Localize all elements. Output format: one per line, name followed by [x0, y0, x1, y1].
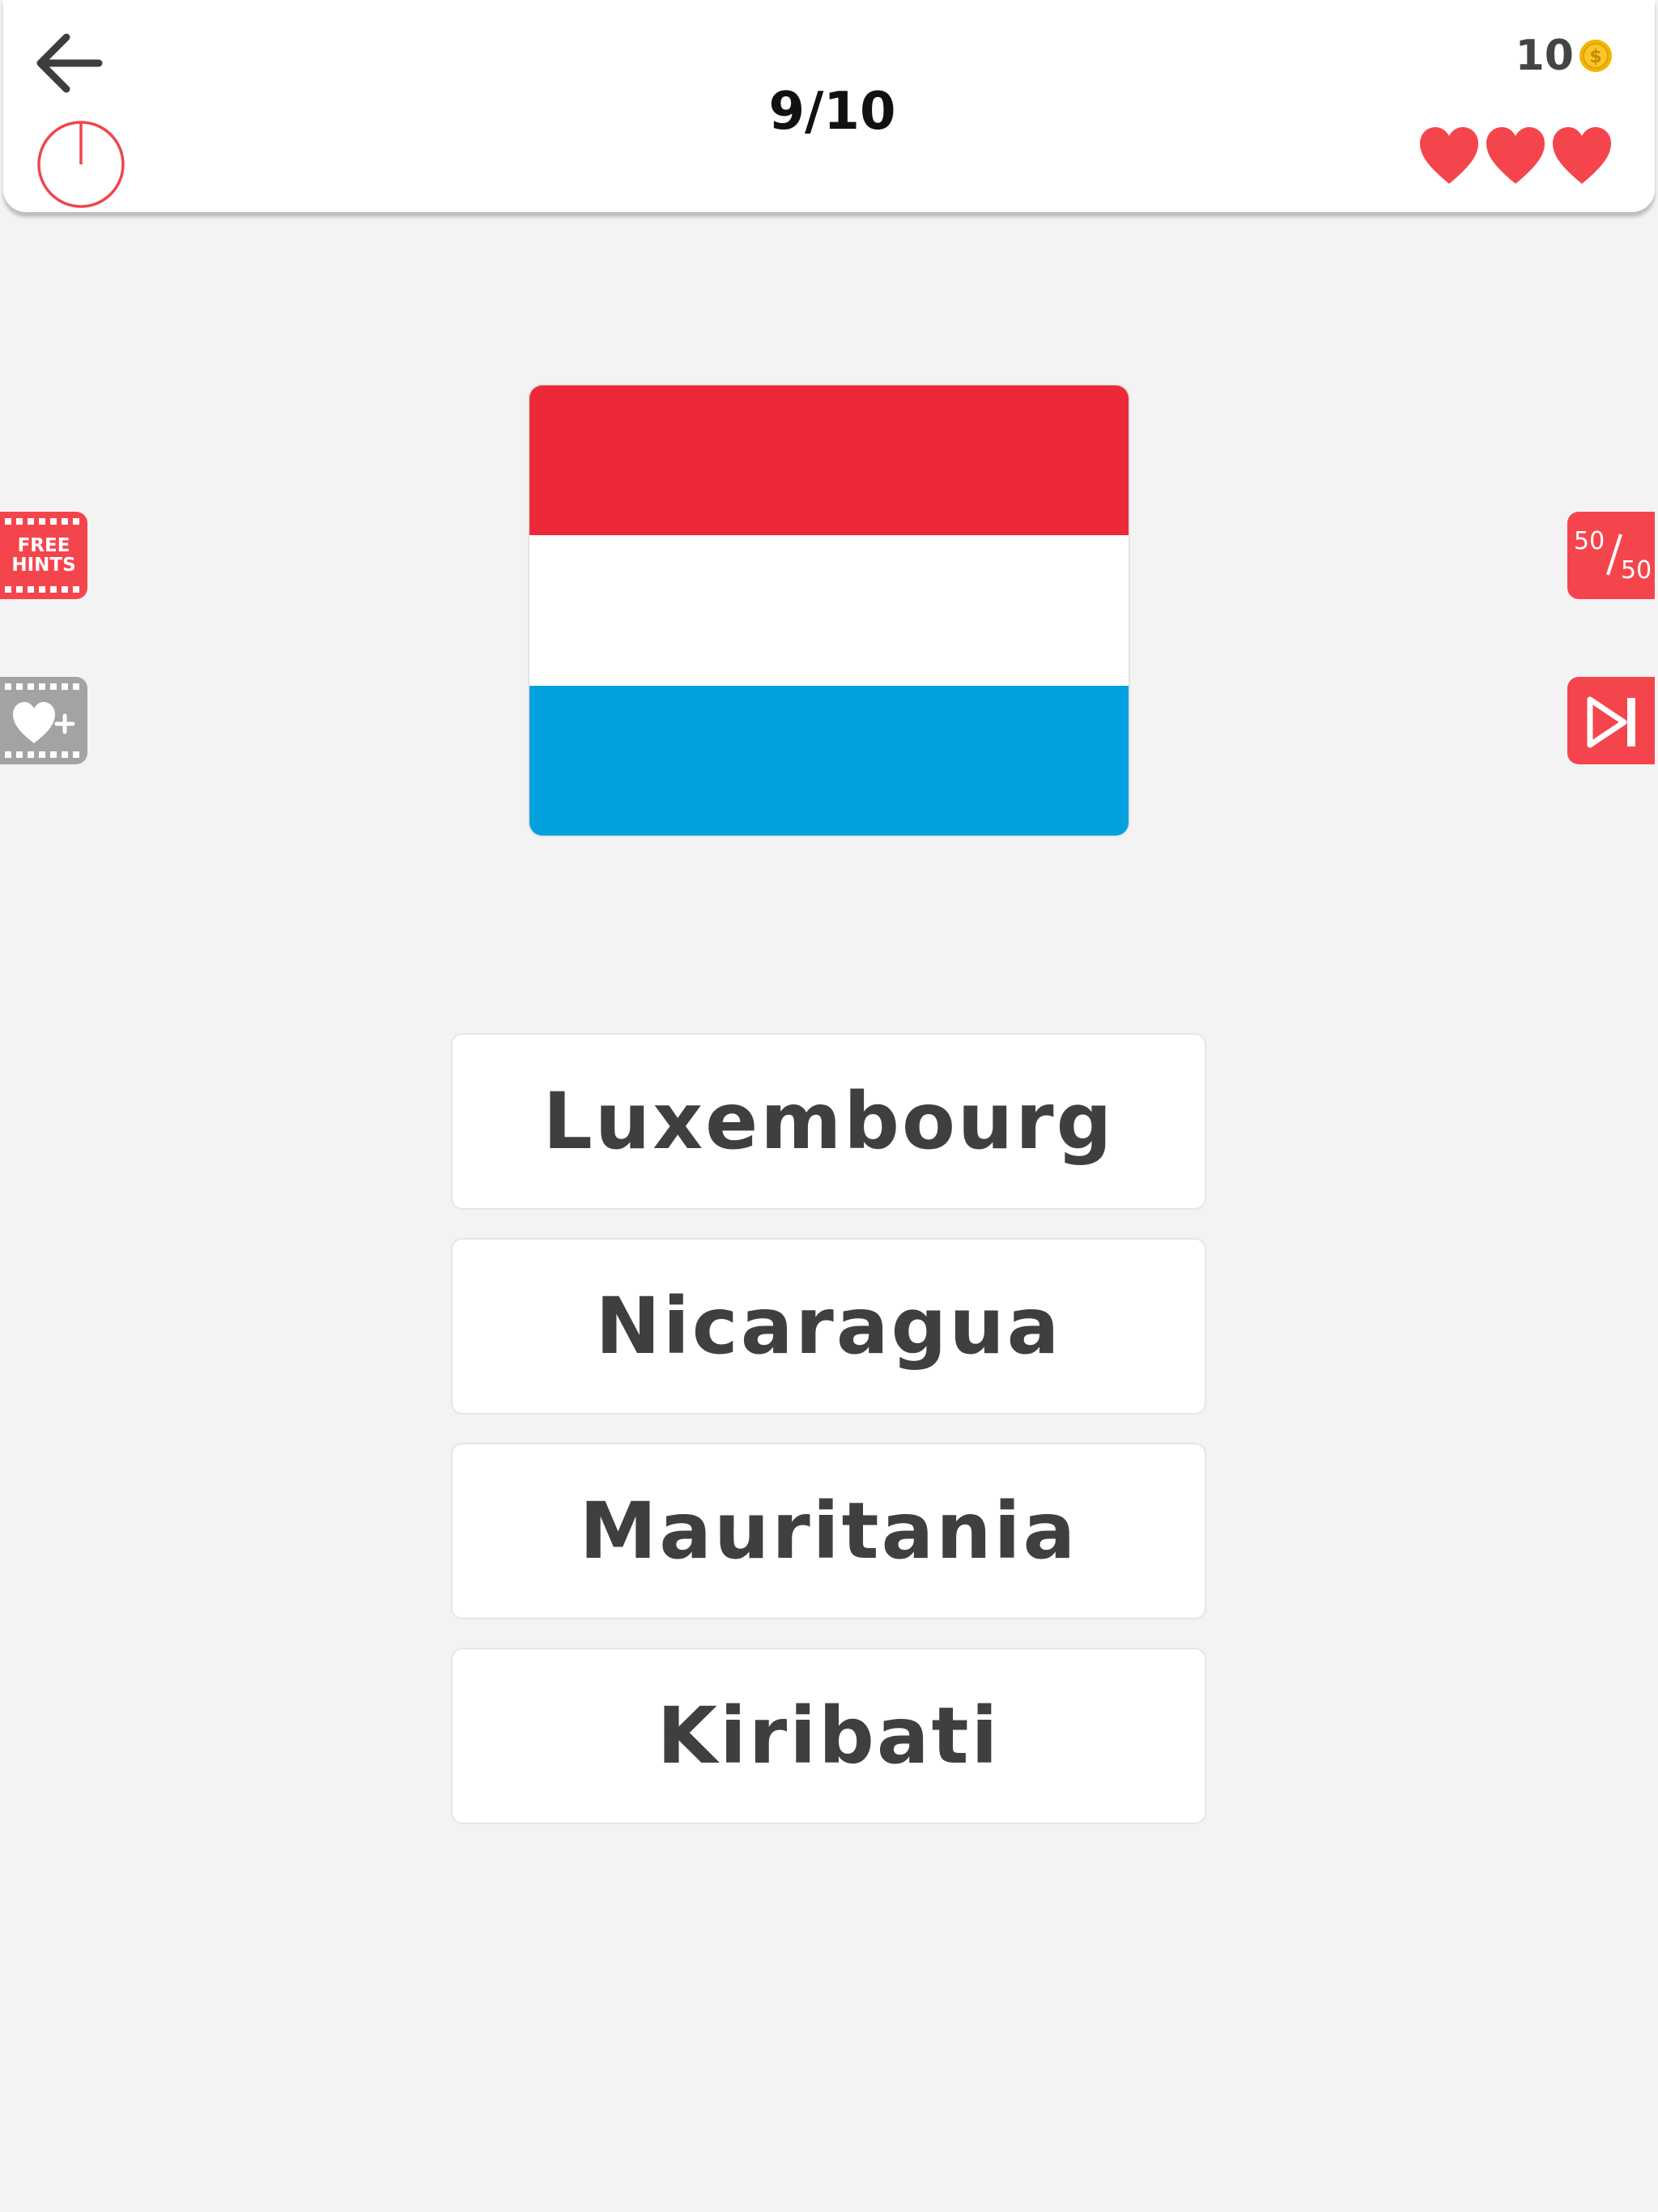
extra-life-button[interactable] — [0, 677, 87, 764]
answer-option[interactable]: Luxembourg — [451, 1033, 1206, 1210]
film-strip-icon — [5, 518, 83, 525]
flag-stripe-middle — [529, 535, 1129, 686]
svg-text:$: $ — [1589, 47, 1601, 67]
film-strip-icon — [5, 683, 83, 690]
heart-icon — [1486, 127, 1545, 184]
flag-image — [528, 384, 1130, 837]
heart-icon — [1553, 127, 1611, 184]
question-progress: 9/10 — [768, 82, 896, 142]
film-strip-icon — [5, 586, 83, 593]
free-hints-label: FREE HINTS — [11, 535, 76, 576]
heart-plus-icon — [13, 702, 75, 743]
answer-option[interactable]: Kiribati — [451, 1648, 1206, 1824]
heart-icon — [1420, 127, 1478, 184]
skip-icon — [1587, 696, 1635, 748]
svg-text:50: 50 — [1574, 527, 1605, 555]
flag-stripe-bottom — [529, 685, 1129, 836]
free-hints-button[interactable]: FREE HINTS — [0, 512, 87, 599]
skip-question-button[interactable] — [1567, 677, 1655, 764]
answer-list: Luxembourg Nicaragua Mauritania Kiribati — [451, 1033, 1206, 1853]
answer-option[interactable]: Mauritania — [451, 1443, 1206, 1619]
coin-count: 10 — [1515, 32, 1574, 80]
svg-text:50: 50 — [1621, 556, 1652, 585]
film-strip-icon — [5, 751, 83, 758]
top-bar: 9/10 10 $ — [3, 0, 1655, 212]
flag-stripe-top — [529, 385, 1129, 536]
coin-counter: 10 $ — [1516, 31, 1613, 81]
answer-option[interactable]: Nicaragua — [451, 1238, 1206, 1414]
fifty-fifty-icon: 50 50 — [1574, 527, 1652, 585]
lives — [1418, 125, 1613, 185]
fifty-fifty-button[interactable]: 50 50 — [1567, 512, 1655, 599]
coin-icon: $ — [1579, 40, 1612, 72]
